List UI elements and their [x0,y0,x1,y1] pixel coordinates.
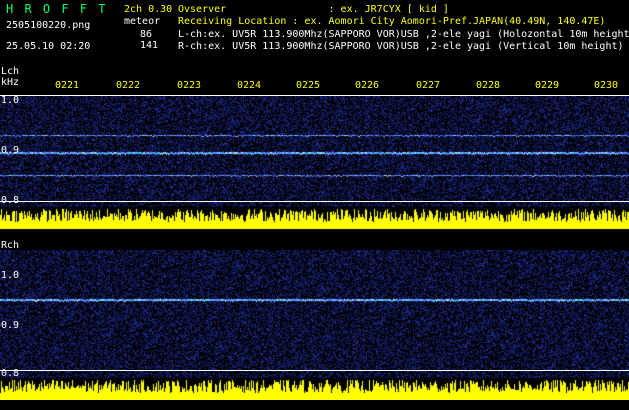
rch-bottom-rule [0,370,629,371]
rch-spectrogram: 1.0 0.9 0.8 [0,250,629,400]
time-tick-label: 0221 [55,80,80,91]
time-tick-label: 0229 [535,80,560,91]
lch-tick-0-9: 0.9 [1,145,20,156]
time-tick-label: 0225 [296,80,321,91]
time-axis: 0221 0222 0223 0224 0225 0226 0227 0228 … [0,80,629,94]
lch-tick-1-0: 1.0 [1,95,20,106]
time-tick-label: 0227 [416,80,441,91]
rch-tick-0-9: 0.9 [1,320,20,331]
lch-bottom-rule [0,201,629,202]
mode-label: 2ch 0.30 [124,4,173,15]
rch-info: R-ch:ex. UV5R 113.900Mhz(SAPPORO VOR)USB… [178,41,624,52]
rch-tick-0-8: 0.8 [1,368,20,379]
meteor-label: meteor [124,16,161,27]
r-count: 141 [140,40,159,51]
time-tick-label: 0226 [355,80,380,91]
lch-top-rule [0,95,629,96]
time-tick-label: 0222 [116,80,141,91]
lch-spectrogram: 1.0 0.9 0.8 [0,95,629,230]
time-tick-label: 0223 [177,80,202,91]
lch-waterfall-canvas [0,95,629,230]
rch-tick-1-0: 1.0 [1,270,20,281]
time-tick-label: 0230 [594,80,619,91]
time-tick-label: 0224 [237,80,262,91]
lch-info: L-ch:ex. UV5R 113.900Mhz(SAPPORO VOR)USB… [178,29,629,40]
time-tick-label: 0228 [476,80,501,91]
observer-line: Ovserver : ex. JR7CYX [ kid ] [178,4,449,15]
lch-tick-0-8: 0.8 [1,195,20,206]
date-time: 25.05.10 02:20 [6,41,91,52]
file-name: 2505100220.png [6,20,91,31]
rch-waterfall-canvas [0,250,629,400]
location-line: Receiving Location : ex. Aomori City Aom… [178,16,606,27]
app-name: H R O F F T [6,2,108,16]
